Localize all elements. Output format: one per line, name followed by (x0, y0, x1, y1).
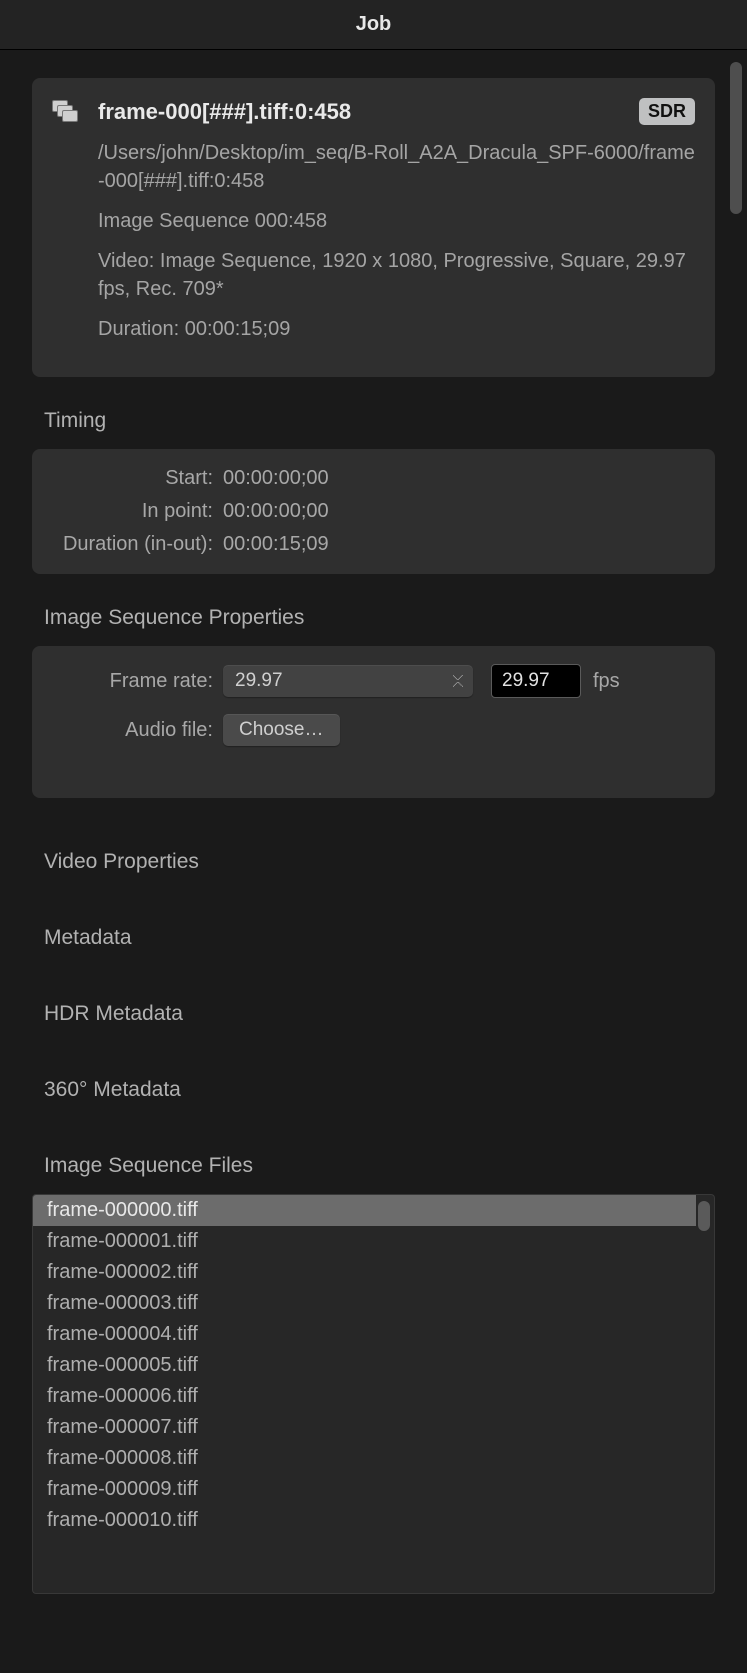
file-row[interactable]: frame-000005.tiff (33, 1350, 696, 1381)
job-video-info: Video: Image Sequence, 1920 x 1080, Prog… (98, 247, 695, 303)
file-row[interactable]: frame-000006.tiff (33, 1381, 696, 1412)
files-scrollbar[interactable] (698, 1201, 710, 1587)
file-row[interactable]: frame-000002.tiff (33, 1257, 696, 1288)
files-scrollbar-thumb[interactable] (698, 1201, 710, 1231)
360-metadata-heading[interactable]: 360° Metadata (44, 1066, 715, 1114)
window-title-bar: Job (0, 0, 747, 50)
image-sequence-icon (52, 100, 78, 126)
job-path: /Users/john/Desktop/im_seq/B-Roll_A2A_Dr… (98, 139, 695, 195)
sdr-badge: SDR (639, 98, 695, 125)
timing-in-value[interactable]: 00:00:00;00 (223, 500, 329, 523)
job-sequence: Image Sequence 000:458 (98, 207, 695, 235)
timing-in-label: In point: (48, 500, 223, 523)
file-row[interactable]: frame-000007.tiff (33, 1412, 696, 1443)
file-row[interactable]: frame-000001.tiff (33, 1226, 696, 1257)
file-row[interactable]: frame-000004.tiff (33, 1319, 696, 1350)
job-summary-card: frame-000[###].tiff:0:458 SDR /Users/joh… (32, 78, 715, 377)
frame-rate-select[interactable]: 29.97 (223, 665, 473, 697)
fps-unit: fps (593, 670, 620, 693)
job-duration: Duration: 00:00:15;09 (98, 315, 695, 343)
job-title: frame-000[###].tiff:0:458 (98, 99, 351, 125)
frame-rate-label: Frame rate: (48, 670, 223, 693)
image-sequence-props-card: Frame rate: 29.97 29.97 fps Audio file: … (32, 646, 715, 798)
files-list-box: frame-000000.tiffframe-000001.tiffframe-… (32, 1194, 715, 1594)
timing-start-value[interactable]: 00:00:00;00 (223, 467, 329, 490)
panel-scrollbar[interactable] (730, 62, 742, 1661)
image-sequence-files-heading[interactable]: Image Sequence Files (44, 1142, 715, 1194)
files-list[interactable]: frame-000000.tiffframe-000001.tiffframe-… (33, 1195, 696, 1536)
file-row[interactable]: frame-000010.tiff (33, 1505, 696, 1536)
frame-rate-input[interactable]: 29.97 (491, 664, 581, 698)
timing-duration-label: Duration (in-out): (48, 533, 223, 556)
panel-scrollbar-thumb[interactable] (730, 62, 742, 214)
audio-file-label: Audio file: (48, 719, 223, 742)
timing-heading: Timing (44, 409, 715, 433)
timing-duration-value[interactable]: 00:00:15;09 (223, 533, 329, 556)
choose-audio-button[interactable]: Choose… (223, 714, 340, 746)
file-row[interactable]: frame-000003.tiff (33, 1288, 696, 1319)
hdr-metadata-heading[interactable]: HDR Metadata (44, 990, 715, 1038)
file-row[interactable]: frame-000008.tiff (33, 1443, 696, 1474)
file-row[interactable]: frame-000009.tiff (33, 1474, 696, 1505)
metadata-heading[interactable]: Metadata (44, 914, 715, 962)
window-title: Job (356, 13, 392, 36)
frame-rate-select-value: 29.97 (235, 670, 283, 691)
file-row[interactable]: frame-000000.tiff (33, 1195, 696, 1226)
video-properties-heading[interactable]: Video Properties (44, 838, 715, 886)
timing-start-label: Start: (48, 467, 223, 490)
timing-card: Start: 00:00:00;00 In point: 00:00:00;00… (32, 449, 715, 574)
panel-body: frame-000[###].tiff:0:458 SDR /Users/joh… (0, 50, 747, 1673)
image-sequence-props-heading: Image Sequence Properties (44, 606, 715, 630)
